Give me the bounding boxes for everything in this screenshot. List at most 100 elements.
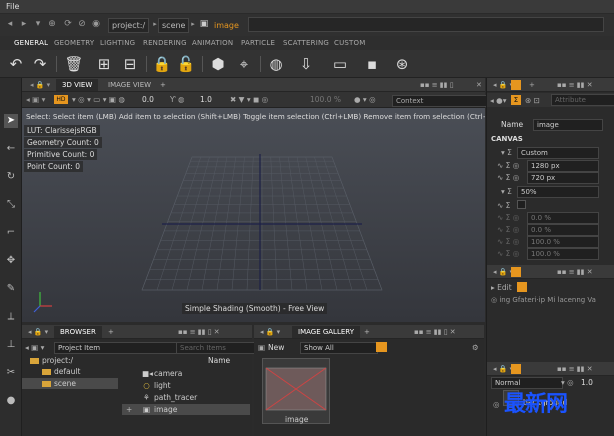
scale-tool-icon[interactable]: ⤡: [4, 198, 18, 212]
transform-icon[interactable]: ⌖: [234, 54, 254, 74]
gallery-thumbnail[interactable]: image: [262, 358, 330, 424]
tab-general[interactable]: GENERAL: [14, 39, 48, 47]
breadcrumb-image[interactable]: image: [210, 18, 243, 33]
value-field-2[interactable]: 0.0 %: [527, 224, 599, 236]
gallery-tab[interactable]: IMAGE GALLERY: [292, 326, 360, 338]
preset-dropdown[interactable]: Custom: [517, 147, 599, 159]
filter-icons[interactable]: ✖ ▼ ▾ ◼ ◎: [230, 95, 268, 104]
sigma-icon[interactable]: Σ: [511, 95, 521, 105]
pan-tool-icon[interactable]: ✥: [4, 254, 18, 268]
reload-icon[interactable]: ⟳: [62, 18, 74, 30]
gallery-image-icon[interactable]: [376, 342, 387, 352]
rotate-tool-icon[interactable]: ↻: [4, 170, 18, 184]
import-icon[interactable]: ⇩: [296, 54, 316, 74]
shading-icon[interactable]: ● ▾ ◎: [354, 95, 376, 104]
crop-checkbox[interactable]: [517, 200, 526, 209]
cube-icon[interactable]: ⬢: [208, 54, 228, 74]
show-all-dropdown[interactable]: Show All: [300, 342, 378, 354]
breadcrumb-project[interactable]: project:/: [108, 18, 150, 33]
panel-menu-icon[interactable]: ◂ 🔒 ▾: [24, 79, 56, 91]
tab-custom[interactable]: CUSTOM: [334, 39, 365, 47]
back-icon[interactable]: ◂: [4, 18, 16, 30]
attr-tab-icon[interactable]: [511, 80, 521, 90]
layout-icon[interactable]: ▪: [362, 54, 382, 74]
tab-particle[interactable]: PARTICLE: [241, 39, 275, 47]
attr-tool-icons[interactable]: ◂ ●▾: [490, 96, 506, 105]
undo-icon[interactable]: ↶: [6, 54, 26, 74]
ungroup-icon[interactable]: ⊟: [120, 54, 140, 74]
height-field[interactable]: 720 px: [527, 172, 599, 184]
mode-value[interactable]: 0.0: [142, 95, 154, 104]
layers-tab-icon[interactable]: [511, 364, 521, 374]
hd-icon[interactable]: HD: [54, 95, 68, 104]
list-item-camera[interactable]: ■◂camera: [142, 368, 250, 379]
cut-tool-icon[interactable]: ✂: [4, 366, 18, 380]
viewport-tool-icons[interactable]: ◂ ▣ ▾: [26, 95, 45, 104]
project-item-dropdown[interactable]: Project Item: [54, 342, 180, 354]
target-icon[interactable]: ⊕: [46, 18, 58, 30]
attr-add-tab[interactable]: +: [523, 79, 541, 91]
name-field[interactable]: image: [533, 119, 603, 131]
tree-default[interactable]: default: [42, 366, 80, 377]
canvas-section[interactable]: CANVAS: [491, 135, 523, 143]
forward-icon[interactable]: ▸: [18, 18, 30, 30]
trash-icon[interactable]: 🗑: [64, 54, 84, 74]
browser-nav-icons[interactable]: ◂ ▣ ▾: [25, 343, 44, 352]
edit-label[interactable]: ▸ Edit: [491, 283, 512, 292]
breadcrumb-scene[interactable]: scene: [158, 18, 190, 33]
layout-icons[interactable]: ▪▪ ≡ ▮▮ ▯: [414, 79, 460, 91]
expand-icon[interactable]: +: [126, 405, 132, 414]
browser-tab[interactable]: BROWSER: [54, 326, 102, 338]
globe-icon[interactable]: ◍: [266, 54, 286, 74]
attr-filter-icons[interactable]: ⊛ ⊡: [525, 96, 540, 105]
value-field-3[interactable]: 100.0 %: [527, 236, 599, 248]
gallery-layout-icons[interactable]: ▪▪ ≡ ▮▮ ▯ ✕: [408, 326, 462, 338]
attr-layout-icons[interactable]: ▪▪ ≡ ▮▮ ✕: [551, 79, 599, 91]
paint-tool-icon[interactable]: ✎: [4, 282, 18, 296]
gallery-new-button[interactable]: New: [268, 343, 284, 352]
tab-image-view[interactable]: IMAGE VIEW: [102, 79, 157, 91]
edit-tab-icon[interactable]: [511, 267, 521, 277]
measure-tool-icon[interactable]: ⟂: [4, 310, 18, 324]
stop-icon[interactable]: ⊘: [76, 18, 88, 30]
edit-icon[interactable]: [517, 282, 527, 292]
gallery-menu-icons[interactable]: ◂ 🔒 ▾: [254, 326, 286, 338]
tab-3d-view[interactable]: 3D VIEW: [56, 79, 99, 91]
path-field[interactable]: [248, 17, 604, 32]
tab-geometry[interactable]: GEOMETRY: [54, 39, 94, 47]
gamma-icon[interactable]: Ƴ ◍: [170, 95, 185, 104]
gallery-settings-icon[interactable]: ⚙: [472, 343, 479, 352]
ratio-dropdown[interactable]: 50%: [517, 186, 599, 198]
gallery-new-icon[interactable]: ▣: [258, 343, 265, 352]
snap-tool-icon[interactable]: ⊥: [4, 338, 18, 352]
unlock-icon[interactable]: 🔓: [176, 54, 196, 74]
browser-layout-icons[interactable]: ▪▪ ≡ ▮▮ ▯ ✕: [172, 326, 226, 338]
record-icon[interactable]: ●: [4, 394, 18, 408]
comment-icon[interactable]: ▭: [330, 54, 350, 74]
move-tool-icon[interactable]: ←: [4, 142, 18, 156]
tab-scattering[interactable]: SCATTERING: [283, 39, 329, 47]
opacity-value[interactable]: 1.0: [581, 378, 593, 387]
tab-lighting[interactable]: LIGHTING: [100, 39, 135, 47]
value-field-4[interactable]: 100.0 %: [527, 248, 599, 260]
select-tool-icon[interactable]: ➤: [4, 114, 18, 128]
tab-rendering[interactable]: RENDERING: [143, 39, 187, 47]
name-column-header[interactable]: Name: [208, 356, 230, 365]
scale-value[interactable]: 1.0: [200, 95, 212, 104]
camera-tool-icon[interactable]: ⌐: [4, 226, 18, 240]
width-field[interactable]: 1280 px: [527, 160, 599, 172]
edit-layout-icons[interactable]: ▪▪ ≡ ▮▮ ✕: [551, 266, 599, 278]
dropdown-icon[interactable]: ▾: [32, 18, 44, 30]
zoom-value[interactable]: 100.0 %: [310, 95, 341, 104]
home-icon[interactable]: ◉: [90, 18, 102, 30]
context-dropdown[interactable]: Context: [392, 95, 488, 107]
tab-animation[interactable]: ANIMATION: [192, 39, 233, 47]
lock-icon[interactable]: 🔒: [152, 54, 172, 74]
list-item-path-tracer[interactable]: ⚘ path_tracer: [142, 392, 250, 403]
layers-layout-icons[interactable]: ▪▪ ≡ ▮▮ ✕: [551, 363, 599, 375]
list-item-image[interactable]: ▣ image: [122, 404, 250, 415]
attribute-search[interactable]: Attribute: [551, 94, 614, 106]
browser-search[interactable]: Search Items: [176, 342, 258, 354]
file-menu[interactable]: File: [6, 2, 19, 11]
redo-icon[interactable]: ↷: [30, 54, 50, 74]
